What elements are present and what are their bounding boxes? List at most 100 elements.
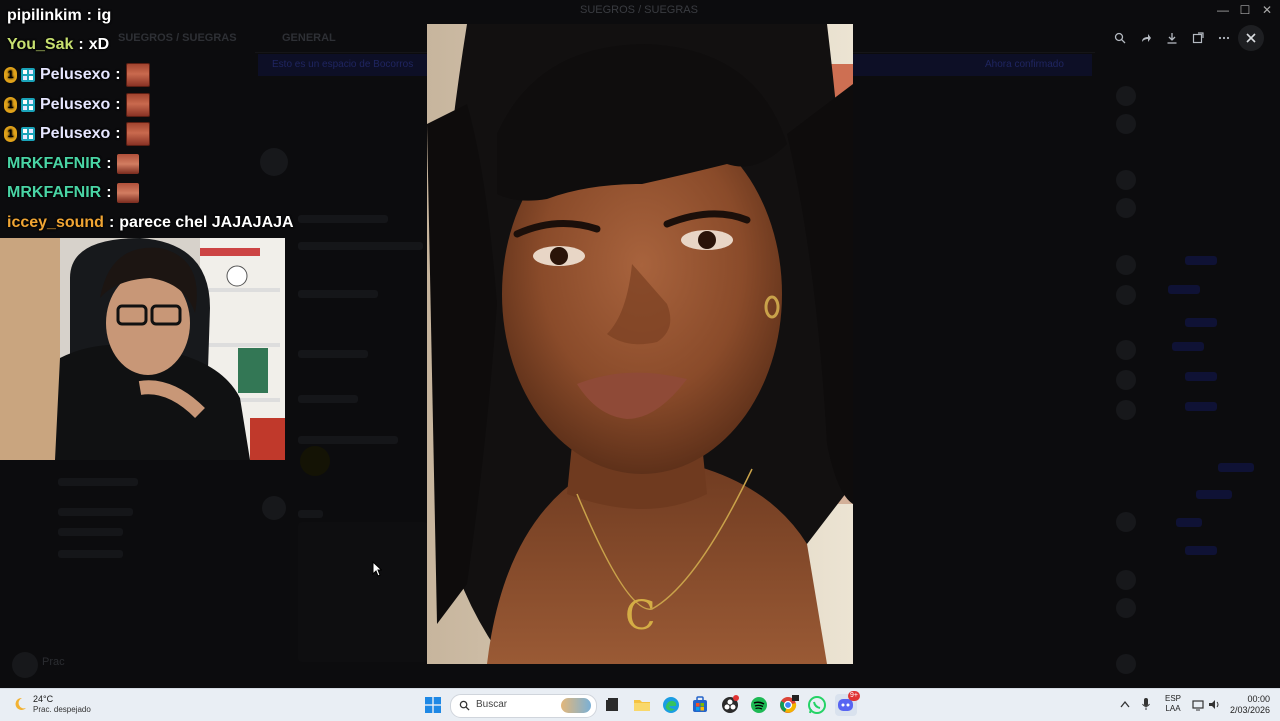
moon-weather-icon[interactable]	[12, 696, 28, 712]
system-clock[interactable]: 00:00 2/03/2026	[1226, 694, 1270, 716]
chat-username: You_Sak	[7, 36, 74, 53]
attachment-thumbnail[interactable]	[298, 522, 428, 662]
discord-icon[interactable]: 9+	[835, 691, 860, 716]
member-tag	[1218, 463, 1254, 472]
message-avatar	[260, 148, 288, 176]
chat-text: parece chel JAJAJAJA	[119, 214, 294, 231]
weather-description[interactable]: Prac. despejado	[33, 705, 91, 714]
viewer-toolbar	[1108, 26, 1236, 50]
chat-username: MRKFAFNIR	[7, 155, 102, 172]
maximize-button[interactable]: ☐	[1233, 2, 1257, 18]
windows-start-icon[interactable]	[425, 697, 441, 713]
open-external-icon[interactable]	[1186, 26, 1210, 50]
channel-item[interactable]	[58, 528, 123, 536]
banner-button[interactable]: Ahora confirmado	[985, 59, 1064, 70]
member-avatar[interactable]	[1116, 570, 1136, 590]
search-placeholder: Buscar	[476, 699, 508, 710]
message-line	[298, 436, 398, 444]
chat-message: 1 Pelusexo:	[4, 92, 150, 118]
chat-separator: :	[78, 36, 84, 53]
forward-icon[interactable]	[1134, 26, 1158, 50]
search-icon	[459, 700, 470, 711]
message-avatar	[300, 446, 330, 476]
member-tag	[1185, 402, 1217, 411]
member-avatar[interactable]	[1116, 400, 1136, 420]
user-status: Prac	[42, 656, 65, 668]
weather-temperature[interactable]: 24°C	[33, 694, 53, 704]
member-avatar[interactable]	[1116, 340, 1136, 360]
window-close-button[interactable]: ✕	[1255, 2, 1279, 18]
server-name[interactable]: SUEGROS / SUEGRAS	[118, 32, 237, 44]
chat-username: Pelusexo	[40, 125, 111, 142]
member-avatar[interactable]	[1116, 114, 1136, 134]
microphone-icon[interactable]	[1141, 697, 1151, 711]
member-tag	[1196, 490, 1232, 499]
member-avatar[interactable]	[1116, 285, 1136, 305]
chat-username: Pelusexo	[40, 66, 111, 83]
more-icon[interactable]	[1212, 26, 1236, 50]
member-avatar[interactable]	[1116, 512, 1136, 532]
gift-badge-icon	[21, 98, 35, 112]
member-avatar[interactable]	[1116, 170, 1136, 190]
chat-emote	[116, 154, 139, 174]
chat-message: pipilinkim: ig	[7, 3, 111, 29]
member-avatar[interactable]	[1116, 86, 1136, 106]
user-avatar[interactable]	[12, 652, 38, 678]
portrait-photo: C	[427, 24, 853, 664]
member-avatar[interactable]	[1116, 654, 1136, 674]
channel-item[interactable]	[58, 478, 138, 486]
mouse-cursor-icon	[372, 561, 382, 577]
member-tag	[1172, 342, 1204, 351]
chat-text: ig	[97, 7, 112, 24]
gift-badge-icon	[21, 127, 35, 141]
chat-text: xD	[88, 36, 110, 53]
chevron-up-icon[interactable]	[1120, 700, 1130, 708]
chat-username: Pelusexo	[40, 96, 111, 113]
minimize-button[interactable]: —	[1211, 2, 1235, 18]
chat-emote	[125, 63, 150, 87]
message-line	[298, 290, 378, 298]
network-icon[interactable]	[1192, 699, 1204, 711]
chat-message: You_Sak: xD	[7, 32, 109, 58]
viewer-close-button[interactable]	[1238, 25, 1264, 51]
whatsapp-icon[interactable]	[806, 694, 828, 716]
member-tag	[1168, 285, 1200, 294]
chat-separator: :	[106, 155, 112, 172]
gift-badge-icon	[21, 68, 35, 82]
member-avatar[interactable]	[1116, 255, 1136, 275]
spotify-icon[interactable]	[748, 694, 770, 716]
chat-emote	[125, 122, 150, 146]
close-icon	[1246, 33, 1256, 43]
task-view-icon[interactable]	[601, 694, 623, 716]
chrome-icon[interactable]	[777, 694, 799, 716]
language-indicator[interactable]: ESP LAA	[1165, 694, 1181, 714]
sub-badge-icon: 1	[4, 97, 17, 113]
zoom-icon[interactable]	[1108, 26, 1132, 50]
chat-separator: :	[115, 96, 121, 113]
message-line	[298, 395, 358, 403]
banner-text: Esto es un espacio de Bocorros	[272, 59, 414, 70]
store-icon[interactable]	[689, 694, 711, 716]
member-tag	[1176, 518, 1202, 527]
download-icon[interactable]	[1160, 26, 1184, 50]
taskbar-search[interactable]: Buscar	[450, 694, 597, 718]
keyboard-layout: LAA	[1165, 704, 1181, 713]
sub-badge-icon: 1	[4, 126, 17, 142]
edge-browser-icon[interactable]	[660, 694, 682, 716]
channel-item[interactable]	[58, 550, 123, 558]
message-line	[298, 215, 388, 223]
obs-icon[interactable]	[719, 694, 741, 716]
member-avatar[interactable]	[1116, 198, 1136, 218]
member-tag	[1185, 372, 1217, 381]
webcam-feed	[0, 238, 285, 460]
file-explorer-icon[interactable]	[631, 694, 653, 716]
clock-time: 00:00	[1247, 694, 1270, 704]
channel-item[interactable]	[58, 508, 133, 516]
member-avatar[interactable]	[1116, 598, 1136, 618]
chat-emote	[116, 183, 139, 203]
chat-separator: :	[108, 214, 115, 231]
chat-username: iccey_sound	[7, 214, 104, 231]
member-avatar[interactable]	[1116, 370, 1136, 390]
viewer-image: C	[427, 24, 853, 664]
volume-icon[interactable]	[1208, 698, 1221, 711]
